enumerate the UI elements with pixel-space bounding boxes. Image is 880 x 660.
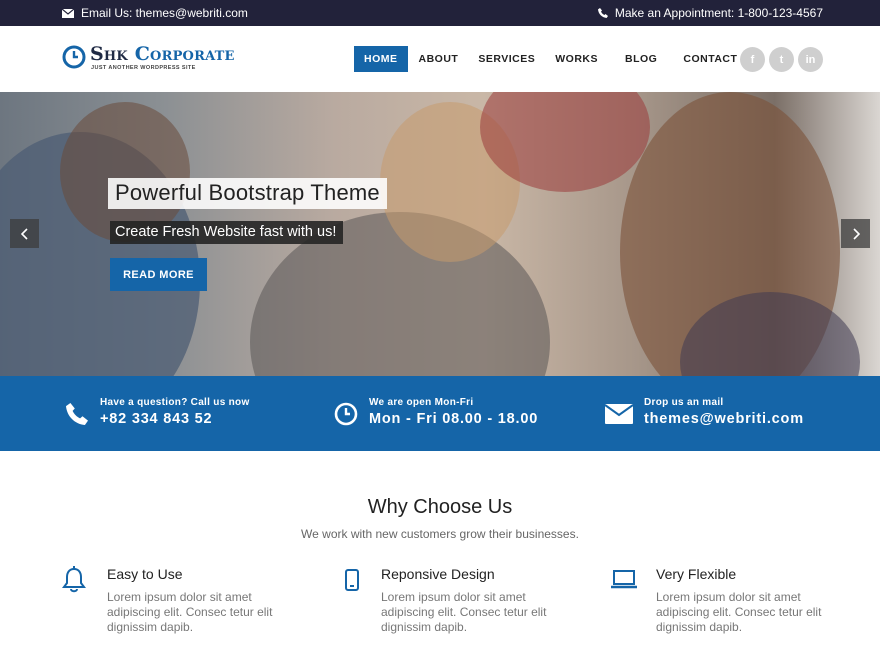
clock-logo-icon	[62, 45, 86, 69]
bell-icon	[62, 566, 86, 593]
top-bar: Email Us: themes@webriti.com Make an App…	[0, 0, 880, 26]
info-call-label: Have a question? Call us now	[100, 397, 250, 408]
hero-subtitle: Create Fresh Website fast with us!	[110, 221, 344, 244]
nav-blog[interactable]: BLOG	[615, 46, 667, 72]
logo-tagline: JUST ANOTHER WORDPRESS SITE	[91, 65, 196, 71]
slider-next-button[interactable]	[841, 219, 870, 248]
twitter-icon[interactable]: t	[769, 47, 794, 72]
feature-text: Lorem ipsum dolor sit amet adipiscing el…	[381, 590, 547, 634]
nav-home[interactable]: HOME	[354, 46, 408, 72]
hero-title: Powerful Bootstrap Theme	[108, 178, 387, 209]
section-subtitle: We work with new customers grow their bu…	[301, 527, 579, 541]
section-title: Why Choose Us	[367, 496, 513, 518]
clock-icon	[334, 402, 358, 426]
topbar-phone[interactable]: Make an Appointment: 1-800-123-4567	[597, 6, 823, 20]
linkedin-icon[interactable]: in	[798, 47, 823, 72]
feature-title: Very Flexible	[656, 566, 737, 582]
nav-about[interactable]: ABOUT	[409, 46, 469, 72]
phone-icon	[66, 403, 88, 425]
feature-title: Reponsive Design	[381, 566, 495, 582]
topbar-phone-text: Make an Appointment: 1-800-123-4567	[614, 6, 823, 20]
info-mail: Drop us an mail themes@webriti.com	[604, 397, 804, 429]
info-call: Have a question? Call us now +82 334 843…	[66, 397, 250, 430]
feature-title: Easy to Use	[107, 566, 183, 582]
main-nav: HOME ABOUT SERVICES WORKS BLOG CONTACT	[354, 46, 747, 72]
envelope-icon	[604, 404, 634, 424]
read-more-button[interactable]: READ MORE	[110, 258, 207, 291]
info-mail-value[interactable]: themes@webriti.com	[644, 411, 804, 427]
topbar-email[interactable]: Email Us: themes@webriti.com	[62, 6, 248, 20]
nav-works[interactable]: WORKS	[545, 46, 608, 72]
info-hours-label: We are open Mon-Fri	[369, 397, 474, 408]
info-mail-label: Drop us an mail	[644, 397, 724, 408]
nav-services[interactable]: SERVICES	[468, 46, 545, 72]
site-logo[interactable]: Shk Corporate JUST ANOTHER WORDPRESS SIT…	[62, 44, 235, 71]
contact-info-strip: Have a question? Call us now +82 334 843…	[0, 376, 880, 451]
phone-icon	[597, 8, 608, 18]
mobile-icon	[345, 569, 359, 591]
nav-contact[interactable]: CONTACT	[673, 46, 747, 72]
site-header: Shk Corporate JUST ANOTHER WORDPRESS SIT…	[0, 26, 880, 92]
chevron-left-icon	[20, 227, 28, 240]
envelope-icon	[62, 8, 74, 18]
social-links: f t in	[740, 47, 823, 72]
facebook-icon[interactable]: f	[740, 47, 765, 72]
hero-slider: Powerful Bootstrap Theme Create Fresh We…	[0, 92, 880, 376]
chevron-right-icon	[852, 227, 860, 240]
info-call-value[interactable]: +82 334 843 52	[100, 411, 250, 427]
info-hours: We are open Mon-Fri Mon - Fri 08.00 - 18…	[334, 397, 538, 431]
topbar-email-text: Email Us: themes@webriti.com	[81, 6, 248, 20]
feature-text: Lorem ipsum dolor sit amet adipiscing el…	[656, 590, 822, 634]
feature-text: Lorem ipsum dolor sit amet adipiscing el…	[107, 590, 273, 634]
laptop-icon	[611, 570, 637, 589]
logo-title: Shk Corporate	[90, 43, 235, 65]
info-hours-value: Mon - Fri 08.00 - 18.00	[369, 411, 539, 427]
slider-prev-button[interactable]	[10, 219, 39, 248]
